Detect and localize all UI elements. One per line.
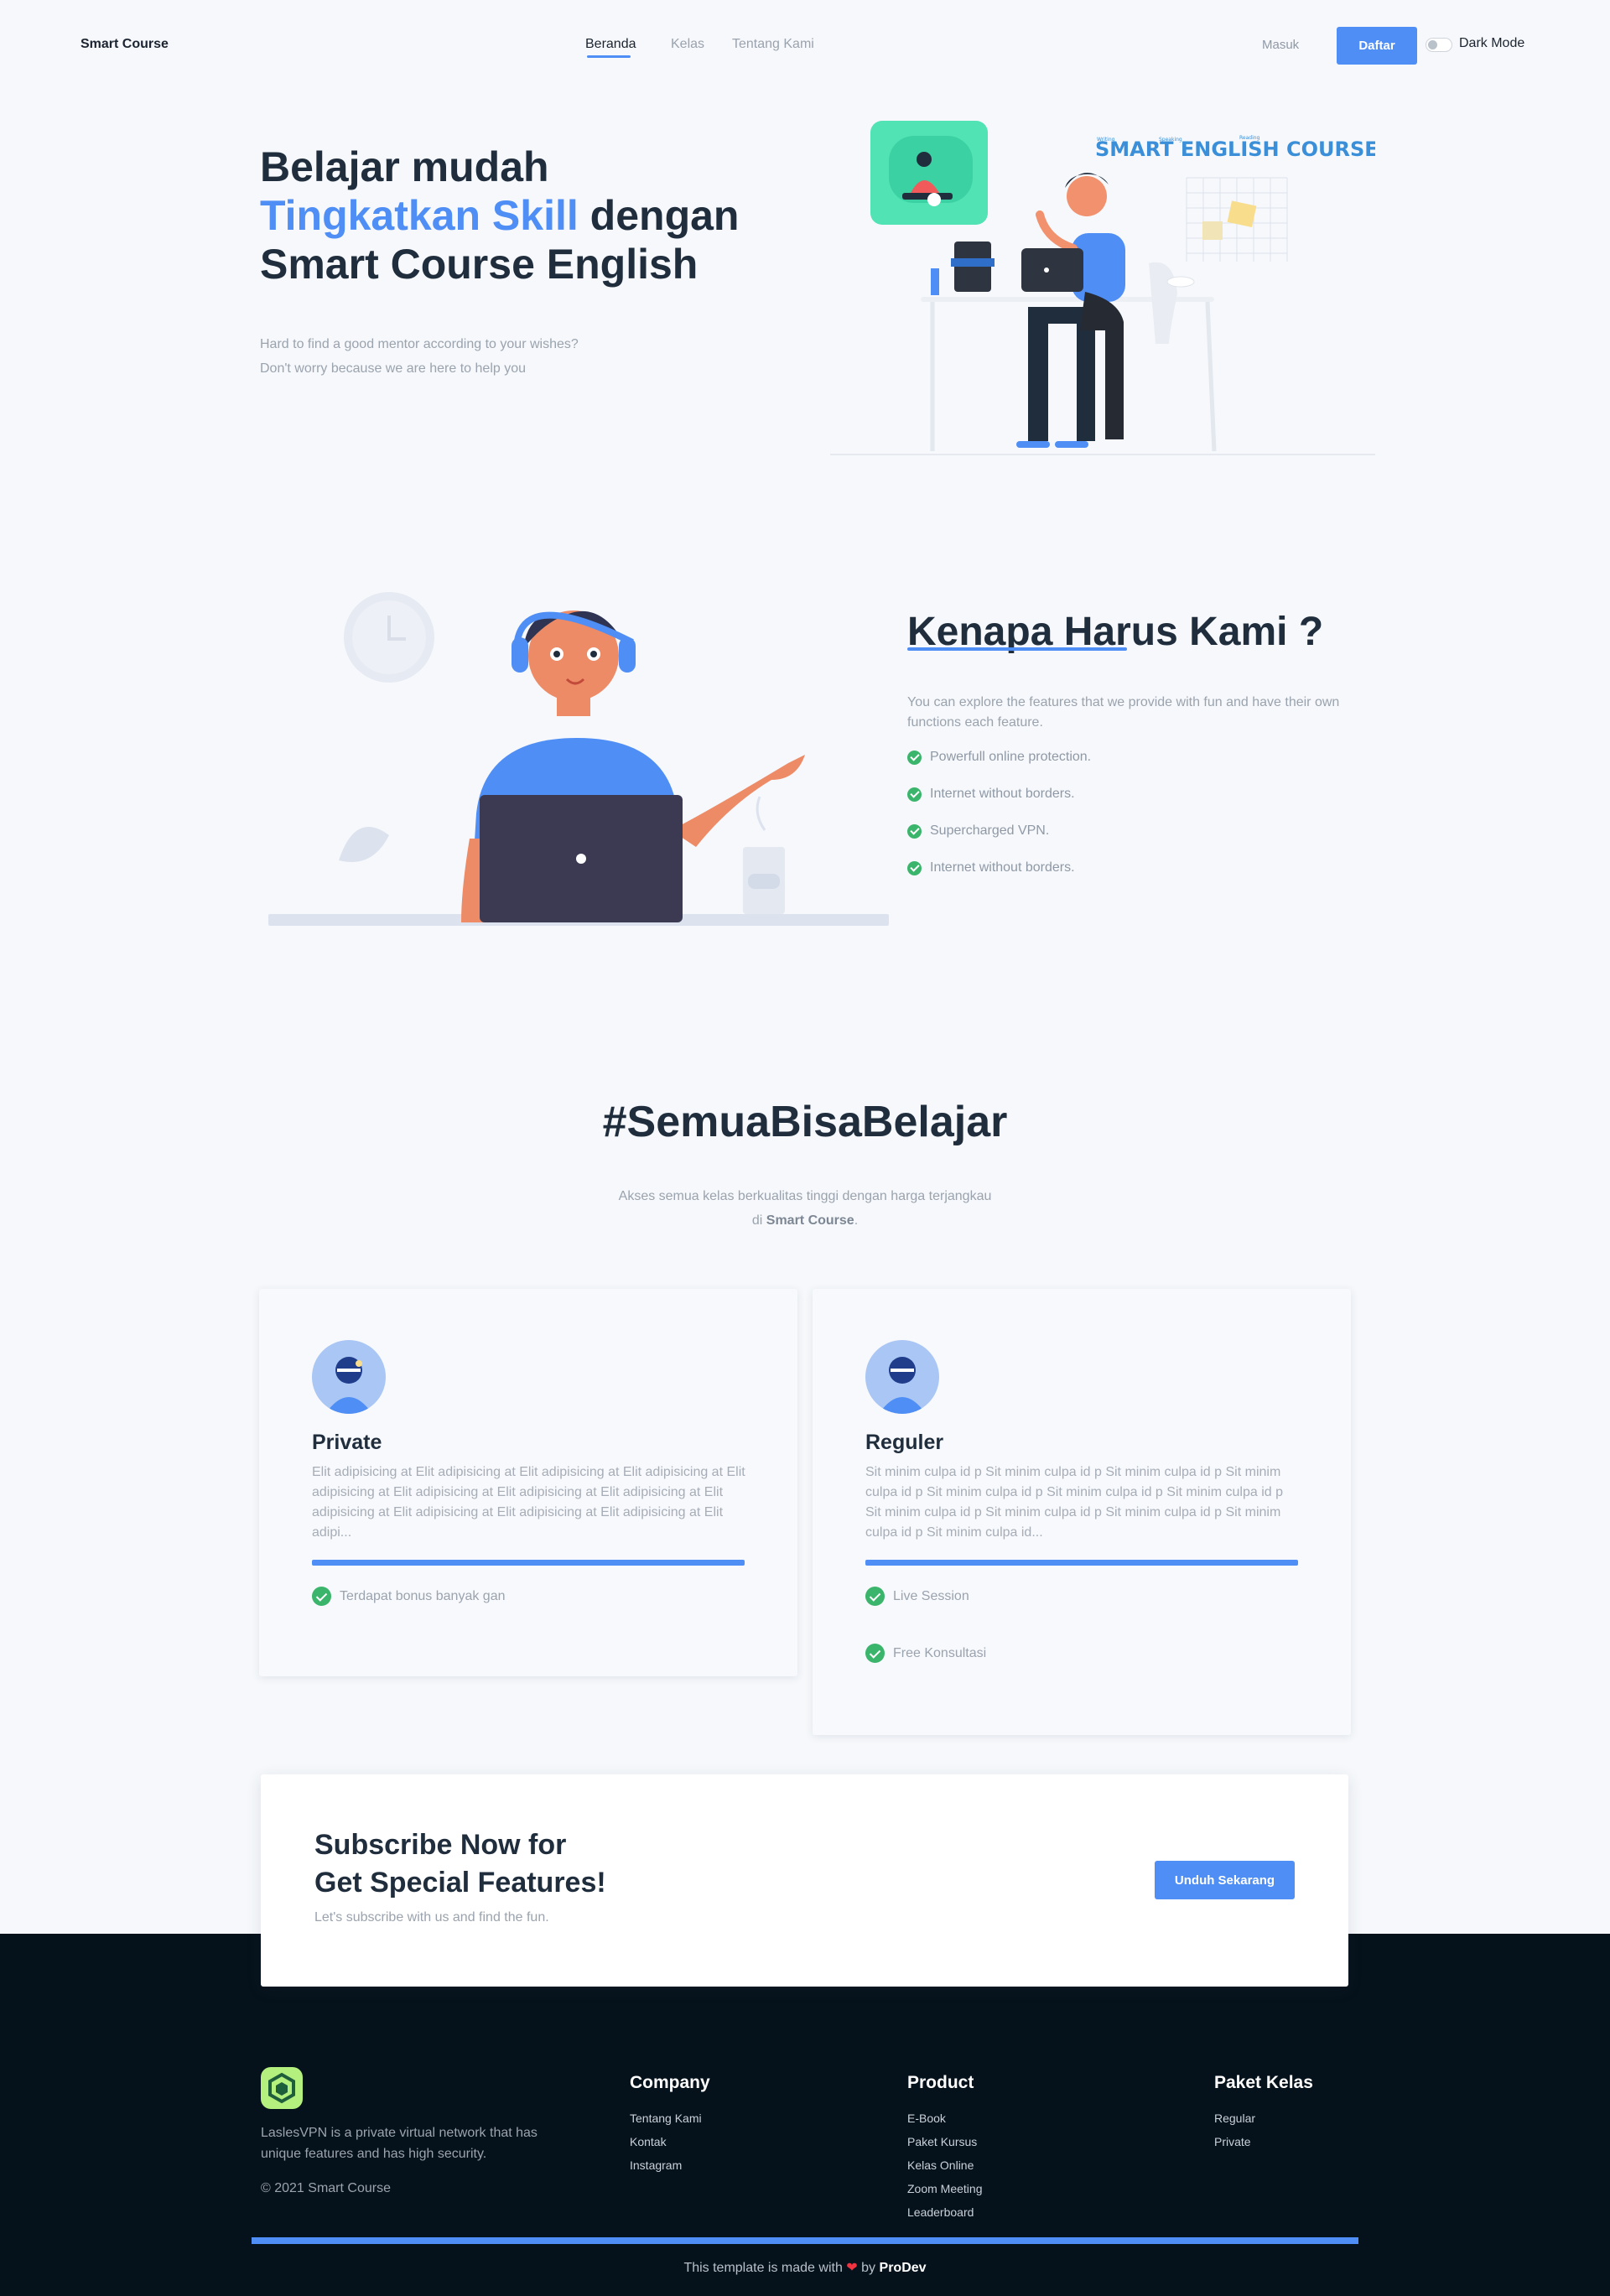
- footer-credit-by: by: [861, 2261, 876, 2275]
- check-icon: [907, 860, 922, 875]
- plan-feature-label: Live Session: [893, 1588, 969, 1603]
- register-button[interactable]: Daftar: [1337, 27, 1417, 65]
- avatar: [312, 1340, 386, 1414]
- footer-link[interactable]: Leaderboard: [907, 2205, 974, 2219]
- footer-credit-prefix: This template is made with: [683, 2261, 843, 2275]
- check-icon: [865, 1587, 885, 1606]
- subscribe-title-line1: Subscribe Now for: [314, 1829, 567, 1861]
- check-icon: [907, 750, 922, 765]
- footer-link[interactable]: Tentang Kami: [630, 2112, 702, 2125]
- why-title-underline: [907, 647, 1127, 651]
- why-description: You can explore the features that we pro…: [907, 695, 1340, 730]
- why-feature-label: Powerfull online protection.: [930, 750, 1092, 764]
- section-title: #SemuaBisaBelajar: [602, 1098, 1008, 1146]
- why-feature-item: Internet without borders.: [907, 787, 1075, 802]
- section-subtitle-suffix: .: [854, 1213, 859, 1228]
- login-button[interactable]: Masuk: [1262, 38, 1299, 52]
- hero-subtitle: Hard to find a good mentor according to …: [260, 332, 679, 381]
- check-icon: [907, 823, 922, 839]
- subscribe-title-line2: Get Special Features!: [314, 1867, 606, 1899]
- why-feature-item: Powerfull online protection.: [907, 750, 1091, 765]
- footer-link[interactable]: E-Book: [907, 2112, 946, 2125]
- svg-text:Writing: Writing: [1097, 137, 1115, 143]
- course-logo-text: SMART ENGLISH COURSE: [1095, 138, 1375, 161]
- subscribe-description: Let's subscribe with us and find the fun…: [314, 1910, 549, 1925]
- subscribe-title: Subscribe Now for Get Special Features!: [314, 1826, 606, 1902]
- footer-link[interactable]: Private: [1214, 2135, 1251, 2148]
- heart-icon: ❤: [846, 2261, 858, 2275]
- footer-accent-bar: [252, 2237, 1358, 2244]
- section-subtitle: Akses semua kelas berkualitas tinggi den…: [0, 1184, 1610, 1233]
- hero-illustration: SMART ENGLISH COURSE Writing Speaking Re…: [830, 121, 1375, 455]
- why-feature-label: Internet without borders.: [930, 787, 1075, 801]
- plan-description: Sit minim culpa id p Sit minim culpa id …: [865, 1465, 1283, 1540]
- nav-active-underline: [587, 55, 631, 58]
- plan-progress-bar: [865, 1560, 1298, 1566]
- avatar: [865, 1340, 939, 1414]
- why-illustration: [268, 592, 889, 926]
- plan-feature-label: Terdapat bonus banyak gan: [340, 1588, 506, 1603]
- svg-text:Reading: Reading: [1239, 135, 1260, 141]
- plan-feature-label: Free Konsultasi: [893, 1645, 987, 1660]
- footer-column-title: Paket Kelas: [1214, 2073, 1313, 2092]
- plan-feature-item: Terdapat bonus banyak gan: [312, 1587, 505, 1606]
- shield-logo-icon[interactable]: [261, 2067, 303, 2109]
- footer-link[interactable]: Regular: [1214, 2112, 1255, 2125]
- why-feature-label: Internet without borders.: [930, 860, 1075, 875]
- footer-credit-author[interactable]: ProDev: [880, 2261, 927, 2275]
- brand-logo[interactable]: Smart Course: [80, 37, 169, 52]
- footer-link[interactable]: Zoom Meeting: [907, 2182, 982, 2195]
- plan-title: Private: [312, 1431, 382, 1454]
- footer-credit: This template is made with ❤ by ProDev: [0, 2259, 1610, 2276]
- toggle-knob: [1428, 40, 1437, 49]
- footer-column-title: Company: [630, 2073, 710, 2092]
- why-feature-label: Supercharged VPN.: [930, 823, 1050, 838]
- section-subtitle-prefix: di: [751, 1213, 763, 1228]
- footer-link[interactable]: Paket Kursus: [907, 2135, 977, 2148]
- section-subtitle-line1: Akses semua kelas berkualitas tinggi den…: [618, 1189, 992, 1203]
- footer-link[interactable]: Kontak: [630, 2135, 667, 2148]
- footer-description: LaslesVPN is a private virtual network t…: [261, 2126, 538, 2161]
- why-feature-item: Supercharged VPN.: [907, 823, 1049, 839]
- dark-mode-label: Dark Mode: [1459, 36, 1525, 50]
- check-icon: [907, 787, 922, 802]
- footer-link[interactable]: Instagram: [630, 2158, 682, 2172]
- footer-column-title: Product: [907, 2073, 974, 2092]
- hero-title-line3: Smart Course English: [260, 241, 699, 288]
- footer-copyright: © 2021 Smart Course: [261, 2181, 391, 2195]
- plan-feature-item: Free Konsultasi: [865, 1644, 986, 1663]
- nav-link-beranda[interactable]: Beranda: [585, 37, 636, 52]
- nav-link-tentang-kami[interactable]: Tentang Kami: [732, 37, 814, 52]
- footer-link[interactable]: Kelas Online: [907, 2158, 974, 2172]
- plan-progress-bar: [312, 1560, 745, 1566]
- section-subtitle-brand: Smart Course: [766, 1213, 854, 1228]
- check-icon: [865, 1644, 885, 1663]
- plan-feature-item: Live Session: [865, 1587, 969, 1606]
- download-button[interactable]: Unduh Sekarang: [1155, 1861, 1295, 1899]
- nav-link-kelas[interactable]: Kelas: [671, 37, 704, 52]
- plan-description: Elit adipisicing at Elit adipisicing at …: [312, 1465, 745, 1540]
- hero-subtitle-line2: Don't worry because we are here to help …: [260, 361, 527, 376]
- check-icon: [312, 1587, 331, 1606]
- plan-title: Reguler: [865, 1431, 944, 1454]
- hero-title-line1: Belajar mudah: [260, 143, 549, 190]
- svg-text:Speaking: Speaking: [1159, 137, 1182, 143]
- hero-title: Belajar mudah Tingkatkan Skill dengan Sm…: [260, 143, 780, 288]
- hero-subtitle-line1: Hard to find a good mentor according to …: [260, 337, 579, 351]
- hero-title-mid: dengan: [589, 192, 740, 239]
- hero-title-highlight: Tingkatkan Skill: [260, 192, 579, 239]
- why-feature-item: Internet without borders.: [907, 860, 1075, 875]
